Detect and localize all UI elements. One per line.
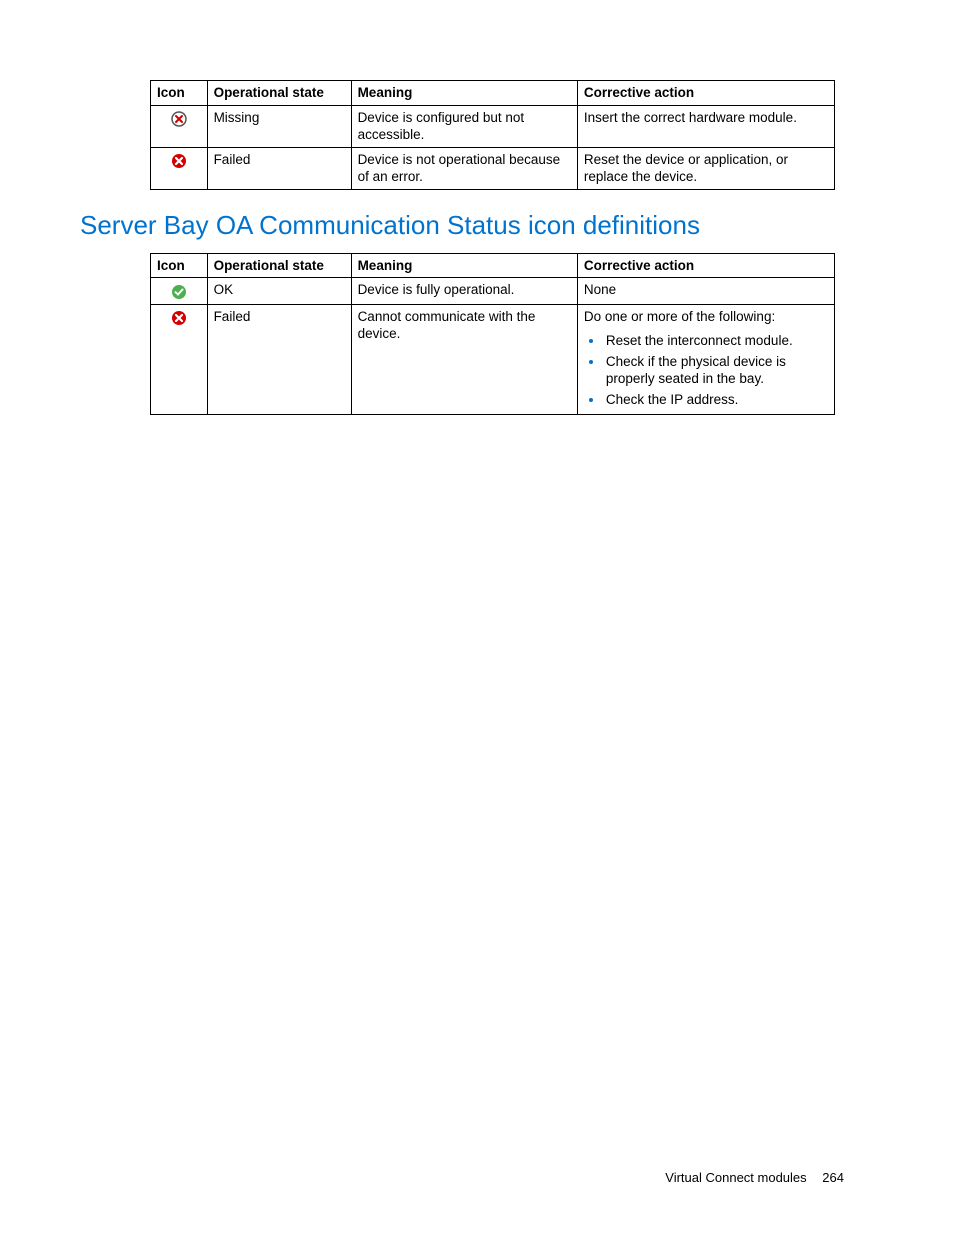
th-action: Corrective action — [577, 253, 834, 278]
th-icon: Icon — [151, 253, 208, 278]
cell-action: None — [577, 278, 834, 305]
list-item: Reset the interconnect module. — [604, 331, 828, 350]
th-state: Operational state — [207, 81, 351, 106]
th-icon: Icon — [151, 81, 208, 106]
failed-icon — [151, 147, 208, 189]
list-item: Check the IP address. — [604, 390, 828, 409]
page-footer: Virtual Connect modules 264 — [665, 1170, 844, 1185]
th-action: Corrective action — [577, 81, 834, 106]
missing-icon — [151, 105, 208, 147]
action-intro: Do one or more of the following: — [584, 309, 775, 324]
cell-meaning: Device is configured but not accessible. — [351, 105, 577, 147]
cell-state: Missing — [207, 105, 351, 147]
failed-icon — [151, 304, 208, 414]
cell-meaning: Device is fully operational. — [351, 278, 577, 305]
cell-state: Failed — [207, 147, 351, 189]
action-list: Reset the interconnect module. Check if … — [584, 331, 828, 408]
th-meaning: Meaning — [351, 253, 577, 278]
status-definitions-table-2: Icon Operational state Meaning Correctiv… — [150, 253, 835, 415]
cell-meaning: Device is not operational because of an … — [351, 147, 577, 189]
footer-page-number: 264 — [822, 1170, 844, 1185]
cell-state: Failed — [207, 304, 351, 414]
ok-icon — [151, 278, 208, 305]
cell-meaning: Cannot communicate with the device. — [351, 304, 577, 414]
section-heading: Server Bay OA Communication Status icon … — [80, 210, 874, 241]
th-meaning: Meaning — [351, 81, 577, 106]
cell-state: OK — [207, 278, 351, 305]
table-row: Failed Device is not operational because… — [151, 147, 835, 189]
status-definitions-table-1: Icon Operational state Meaning Correctiv… — [150, 80, 835, 190]
table-row: OK Device is fully operational. None — [151, 278, 835, 305]
cell-action: Do one or more of the following: Reset t… — [577, 304, 834, 414]
list-item: Check if the physical device is properly… — [604, 352, 828, 388]
th-state: Operational state — [207, 253, 351, 278]
cell-action: Reset the device or application, or repl… — [577, 147, 834, 189]
footer-section: Virtual Connect modules — [665, 1170, 806, 1185]
cell-action: Insert the correct hardware module. — [577, 105, 834, 147]
table-row: Missing Device is configured but not acc… — [151, 105, 835, 147]
table-row: Failed Cannot communicate with the devic… — [151, 304, 835, 414]
